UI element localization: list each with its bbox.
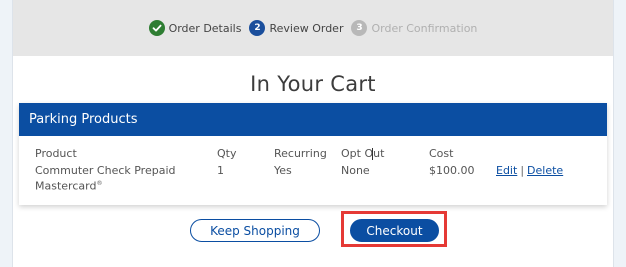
action-separator: | (520, 164, 525, 177)
step-order-details: Order Details (148, 20, 242, 36)
step-order-confirmation: 3 Order Confirmation (351, 20, 477, 36)
cell-qty: 1 (217, 164, 224, 177)
column-header-recurring: Recurring (274, 147, 327, 160)
cell-cost: $100.00 (429, 164, 475, 177)
cell-recurring: Yes (274, 164, 292, 177)
text-cursor-icon (372, 148, 377, 160)
cell-product: Commuter Check Prepaid Mastercard® (35, 164, 195, 193)
cart-section: Parking Products Product Qty Recurring O… (19, 103, 607, 205)
cart-table: Product Qty Recurring Opt Out Cost Commu… (19, 136, 607, 205)
edit-link[interactable]: Edit (496, 164, 517, 177)
step-label: Review Order (269, 21, 344, 35)
step-number-icon: 3 (351, 20, 368, 36)
section-header: Parking Products (19, 103, 607, 136)
step-number-icon: 2 (249, 20, 266, 36)
keep-shopping-button[interactable]: Keep Shopping (190, 219, 320, 242)
step-label: Order Confirmation (371, 21, 478, 35)
column-header-product: Product (35, 147, 77, 160)
column-header-opt-out: Opt Out (341, 147, 385, 160)
cell-actions: Edit | Delete (496, 164, 563, 177)
page-title: In Your Cart (250, 72, 376, 96)
product-name: Commuter Check Prepaid Mastercard (35, 164, 176, 193)
progress-stepper: Order Details 2 Review Order 3 Order Con… (13, 0, 613, 56)
column-header-cost: Cost (429, 147, 454, 160)
registered-mark: ® (96, 180, 103, 187)
delete-link[interactable]: Delete (527, 164, 563, 177)
cart-panel: Order Details 2 Review Order 3 Order Con… (12, 0, 614, 267)
step-review-order: 2 Review Order (249, 20, 343, 36)
checkout-button[interactable]: Checkout (350, 219, 439, 242)
cell-opt-out: None (341, 164, 370, 177)
step-label: Order Details (168, 21, 242, 35)
check-icon (148, 20, 165, 36)
column-header-qty: Qty (217, 147, 237, 160)
